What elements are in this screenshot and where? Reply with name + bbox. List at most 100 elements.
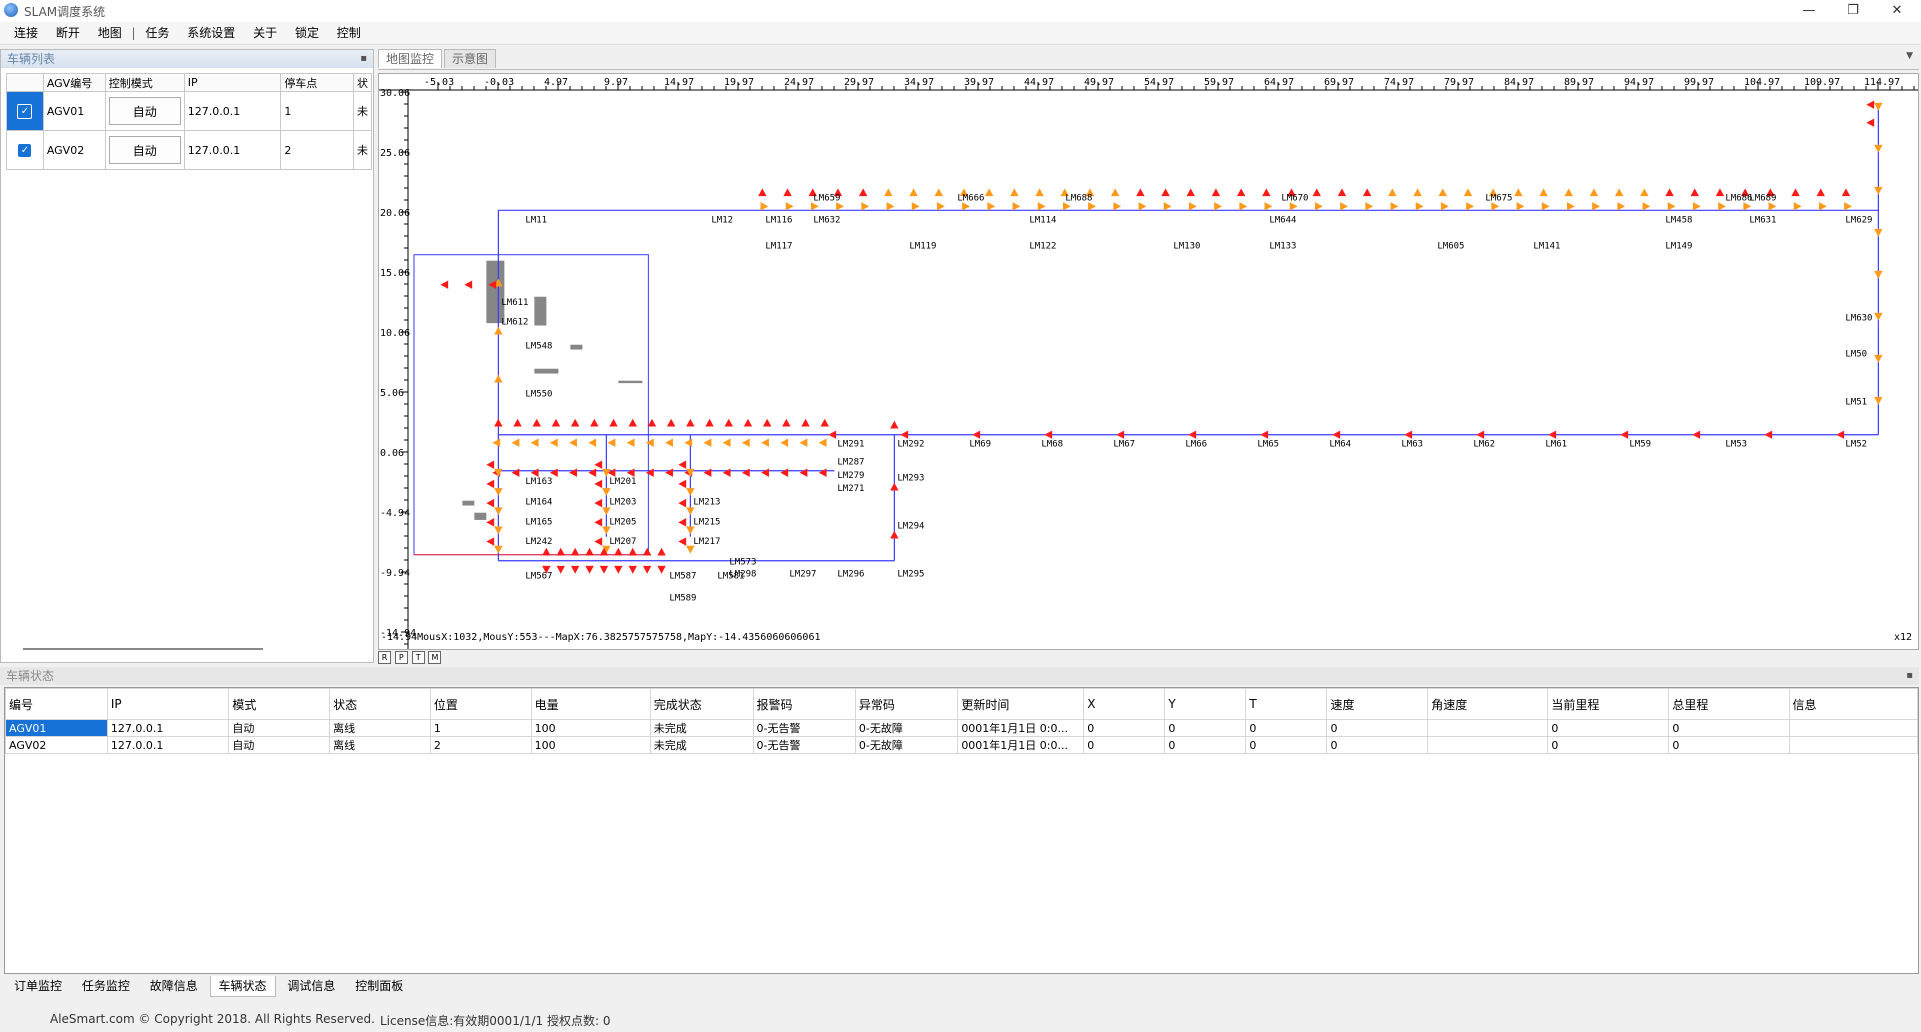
column-header[interactable]: 更新时间	[957, 688, 1085, 720]
tab-vehicle-status[interactable]: 车辆状态	[209, 976, 276, 997]
pin-icon[interactable]: ▪	[1906, 667, 1913, 685]
col-park[interactable]: 停车点	[280, 73, 354, 92]
table-row[interactable]: AGV02 127.0.0.1 自动 离线 2 100 未完成 0-无告警 0-无故障 0001年…	[5, 736, 1919, 754]
column-header[interactable]: 编号	[5, 688, 108, 720]
obstacle-block	[474, 512, 487, 520]
column-header[interactable]: 当前里程	[1547, 688, 1670, 720]
tool-button-r[interactable]: R	[378, 651, 391, 664]
route-arrow	[494, 418, 503, 427]
column-header[interactable]: T	[1245, 688, 1328, 720]
route-arrow	[1665, 188, 1674, 197]
row-checkbox[interactable]: ✓	[6, 130, 44, 170]
tab-fault-info[interactable]: 故障信息	[142, 976, 206, 996]
menu-settings[interactable]: 系统设置	[187, 22, 235, 44]
tab-task-monitor[interactable]: 任务监控	[74, 976, 138, 996]
route-arrow	[1667, 202, 1676, 211]
column-header[interactable]: 速度	[1326, 688, 1429, 720]
route-arrow	[987, 202, 996, 211]
agv-id: AGV01	[42, 91, 106, 131]
route-arrow	[1874, 270, 1883, 279]
map-node-label: LM644	[1269, 215, 1296, 225]
menu-about[interactable]: 关于	[253, 22, 277, 44]
map-node-label: LM12	[711, 215, 733, 225]
col-agv-id[interactable]: AGV编号	[42, 73, 106, 92]
route-arrow	[1866, 100, 1875, 109]
map-canvas[interactable]: -5.03 -0.03 4.97 9.97 14.97 19.97 24.97 29.97 34…	[378, 73, 1919, 650]
chevron-down-icon[interactable]: ▼	[1906, 51, 1913, 61]
tool-button-p[interactable]: P	[394, 651, 408, 664]
tool-button-m[interactable]: M	[428, 651, 442, 664]
route-arrow	[686, 418, 695, 427]
menu-map[interactable]: 地图	[98, 22, 122, 44]
tab-control-panel[interactable]: 控制面板	[347, 976, 411, 996]
menu-bar: 连接 断开 地图 | 任务 系统设置 关于 锁定 控制	[0, 22, 1921, 45]
table-cell: 0-无告警	[752, 736, 856, 754]
table-row[interactable]: ✓ AGV02 自动 127.0.0.1 2 未	[6, 130, 372, 170]
column-header[interactable]: 位置	[429, 688, 532, 720]
tool-button-t[interactable]: T	[411, 651, 425, 664]
mode-button[interactable]: 自动	[108, 97, 181, 125]
route-arrow	[703, 438, 712, 447]
obstacle-block	[618, 380, 643, 384]
region-boundary	[413, 254, 649, 556]
table-row[interactable]: AGV01 127.0.0.1 自动 离线 1 100 未完成 0-无告警 0-无故障 0001年…	[5, 719, 1919, 737]
tab-order-monitor[interactable]: 订单监控	[6, 976, 70, 996]
menu-task[interactable]: 任务	[145, 22, 169, 44]
map-node-label: LM587	[669, 572, 696, 582]
tab-schematic[interactable]: 示意图	[444, 49, 497, 68]
map-node-label: LM581	[717, 572, 744, 582]
map-node-label: LM629	[1845, 215, 1872, 225]
route-arrow	[494, 488, 503, 496]
map-node-label: LM215	[693, 518, 720, 528]
agv-status: 未	[353, 130, 372, 170]
map-node-label: LM605	[1437, 242, 1464, 252]
table-cell: 自动	[228, 736, 331, 754]
menu-control[interactable]: 控制	[337, 22, 361, 44]
column-header[interactable]: 总里程	[1668, 688, 1790, 720]
x-tick-label: 54.97	[1144, 77, 1174, 88]
route-arrow	[1438, 188, 1447, 197]
route-arrow	[1541, 202, 1550, 211]
col-mode[interactable]: 控制模式	[104, 73, 185, 92]
column-header[interactable]: Y	[1164, 688, 1247, 720]
column-header[interactable]: 状态	[329, 688, 431, 720]
column-header[interactable]: 模式	[228, 688, 331, 720]
column-header[interactable]: 信息	[1788, 688, 1919, 720]
column-header[interactable]: 完成状态	[649, 688, 754, 720]
col-ip[interactable]: IP	[183, 73, 282, 92]
close-icon[interactable]: ✕	[1875, 0, 1919, 22]
map-node-label: LM567	[525, 572, 552, 582]
column-header[interactable]: 异常码	[854, 688, 959, 720]
column-header[interactable]: X	[1083, 688, 1166, 720]
map-svg[interactable]: -5.03 -0.03 4.97 9.97 14.97 19.97 24.97 29.97 34…	[379, 74, 1918, 649]
minimize-icon[interactable]: —	[1787, 0, 1831, 22]
menu-disconnect[interactable]: 断开	[56, 22, 80, 44]
route-arrow	[678, 498, 687, 508]
tab-debug-info[interactable]: 调试信息	[279, 976, 343, 996]
horizontal-scrollbar[interactable]	[23, 648, 263, 650]
map-node-label: LM68	[1041, 440, 1063, 450]
pin-icon[interactable]: ▪	[360, 50, 367, 68]
y-tick-label: 10.06	[380, 328, 410, 339]
col-status[interactable]: 状	[353, 73, 372, 92]
route-arrow	[657, 565, 666, 574]
route-arrow	[1010, 188, 1019, 197]
row-checkbox[interactable]: ✓	[6, 91, 44, 131]
route-arrow	[486, 479, 495, 489]
menu-lock[interactable]: 锁定	[295, 22, 319, 44]
column-header[interactable]: 角速度	[1427, 688, 1549, 720]
route-arrow	[1642, 202, 1651, 211]
restore-icon[interactable]: ❐	[1831, 0, 1875, 22]
map-node-label: LM217	[693, 537, 720, 547]
column-header[interactable]: 电量	[530, 688, 651, 720]
title-bar: SLAM调度系统 — ❐ ✕	[0, 0, 1921, 22]
mode-button[interactable]: 自动	[108, 136, 181, 164]
route-arrow	[1116, 430, 1125, 439]
tab-map-monitor[interactable]: 地图监控	[378, 49, 443, 68]
column-header[interactable]: IP	[106, 688, 230, 720]
route-arrow	[761, 468, 769, 477]
column-header[interactable]: 报警码	[752, 688, 856, 720]
menu-connect[interactable]: 连接	[14, 22, 38, 44]
table-row[interactable]: ✓ AGV01 自动 127.0.0.1 1 未	[6, 91, 372, 131]
vehicle-status-table: 编号 IP 模式 状态 位置 电量 完成状态 报警码 异常码 更新时间 X Y T 速度 角速度 当前里程 总里…	[5, 688, 1919, 754]
